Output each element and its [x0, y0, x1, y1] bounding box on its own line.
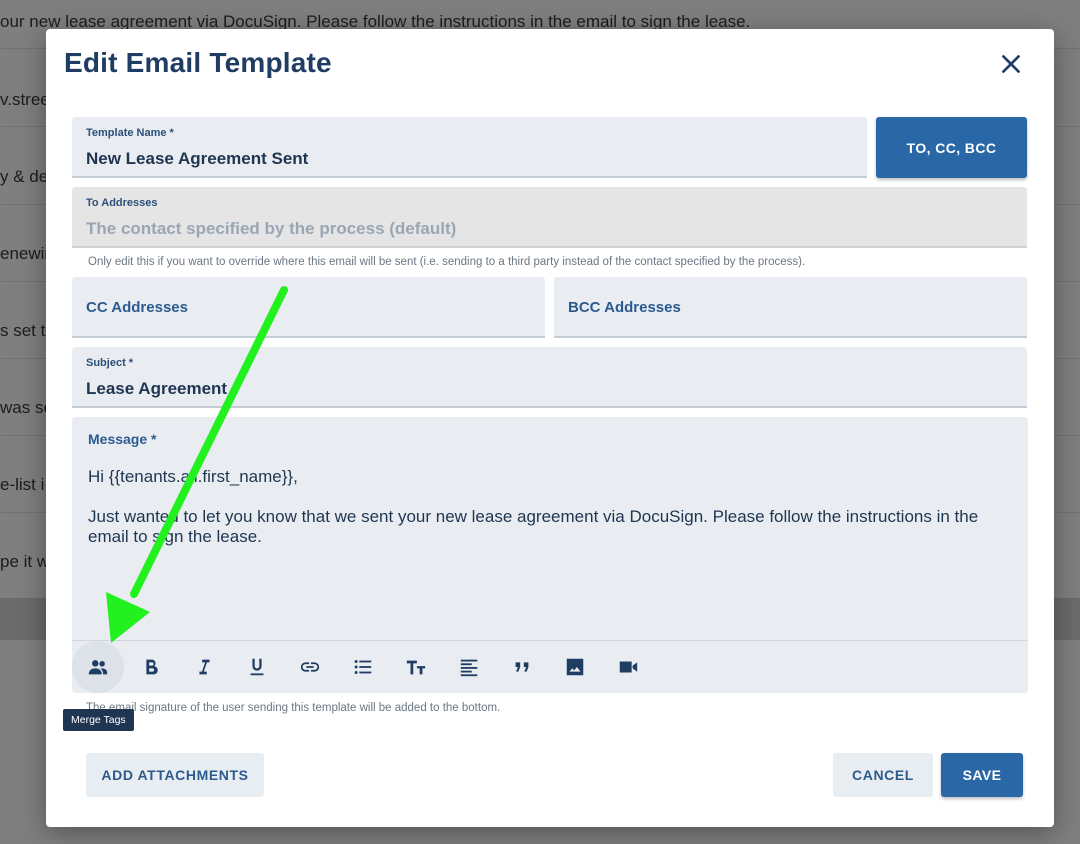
- merge-tags-icon: [88, 660, 108, 675]
- save-button[interactable]: SAVE: [941, 753, 1023, 797]
- merge-tags-tooltip: Merge Tags: [63, 709, 134, 731]
- edit-email-template-dialog: Edit Email Template Template Name * New …: [46, 29, 1054, 827]
- template-name-field[interactable]: Template Name * New Lease Agreement Sent: [72, 117, 867, 178]
- subject-value: Lease Agreement: [86, 379, 228, 398]
- to-cc-bcc-button[interactable]: TO, CC, BCC: [876, 117, 1027, 178]
- dialog-title: Edit Email Template: [64, 47, 332, 78]
- image-icon: [566, 658, 583, 676]
- template-name-value: New Lease Agreement Sent: [86, 149, 309, 168]
- add-attachments-button[interactable]: ADD ATTACHMENTS: [86, 753, 264, 797]
- bold-button[interactable]: [124, 641, 177, 694]
- link-icon: [300, 662, 319, 672]
- to-addresses-field[interactable]: To Addresses The contact specified by th…: [72, 187, 1027, 248]
- italic-button[interactable]: [177, 641, 230, 694]
- subject-label: Subject *: [86, 357, 134, 369]
- close-icon: [1002, 55, 1020, 73]
- bcc-addresses-label: BCC Addresses: [568, 299, 681, 316]
- bcc-addresses-field[interactable]: BCC Addresses: [554, 277, 1027, 338]
- italic-icon: [198, 659, 209, 675]
- align-button[interactable]: [442, 641, 495, 694]
- signature-note: The email signature of the user sending …: [86, 702, 501, 714]
- cc-addresses-label: CC Addresses: [86, 299, 188, 316]
- message-label: Message *: [88, 431, 157, 447]
- quote-icon: [515, 662, 528, 672]
- merge-tags-button[interactable]: [72, 641, 124, 693]
- bulleted-list-button[interactable]: [336, 641, 389, 694]
- text-size-button[interactable]: [389, 641, 442, 694]
- editor-toolbar: [72, 640, 1028, 693]
- underline-button[interactable]: [230, 641, 283, 694]
- message-editor[interactable]: Message * Hi {{tenants.all.first_name}},…: [72, 417, 1028, 693]
- to-addresses-placeholder: The contact specified by the process (de…: [86, 219, 457, 238]
- to-addresses-label: To Addresses: [86, 197, 158, 209]
- message-paragraph: Just wanted to let you know that we sent…: [88, 507, 979, 546]
- subject-field[interactable]: Subject * Lease Agreement: [72, 347, 1027, 408]
- video-button[interactable]: [601, 641, 654, 694]
- message-body[interactable]: Hi {{tenants.all.first_name}}, Just want…: [88, 467, 1012, 567]
- close-button[interactable]: [998, 51, 1024, 77]
- video-icon: [619, 661, 637, 673]
- message-paragraph: Hi {{tenants.all.first_name}},: [88, 467, 298, 486]
- cc-addresses-field[interactable]: CC Addresses: [72, 277, 545, 338]
- template-name-label: Template Name *: [86, 127, 174, 139]
- image-button[interactable]: [548, 641, 601, 694]
- underline-icon: [250, 658, 263, 676]
- align-icon: [460, 659, 477, 677]
- cancel-button[interactable]: CANCEL: [833, 753, 933, 797]
- to-addresses-helper-text: Only edit this if you want to override w…: [88, 256, 806, 268]
- bold-icon: [145, 659, 158, 675]
- link-button[interactable]: [283, 641, 336, 694]
- list-icon: [354, 660, 371, 674]
- text-size-icon: [406, 660, 425, 675]
- quote-button[interactable]: [495, 641, 548, 694]
